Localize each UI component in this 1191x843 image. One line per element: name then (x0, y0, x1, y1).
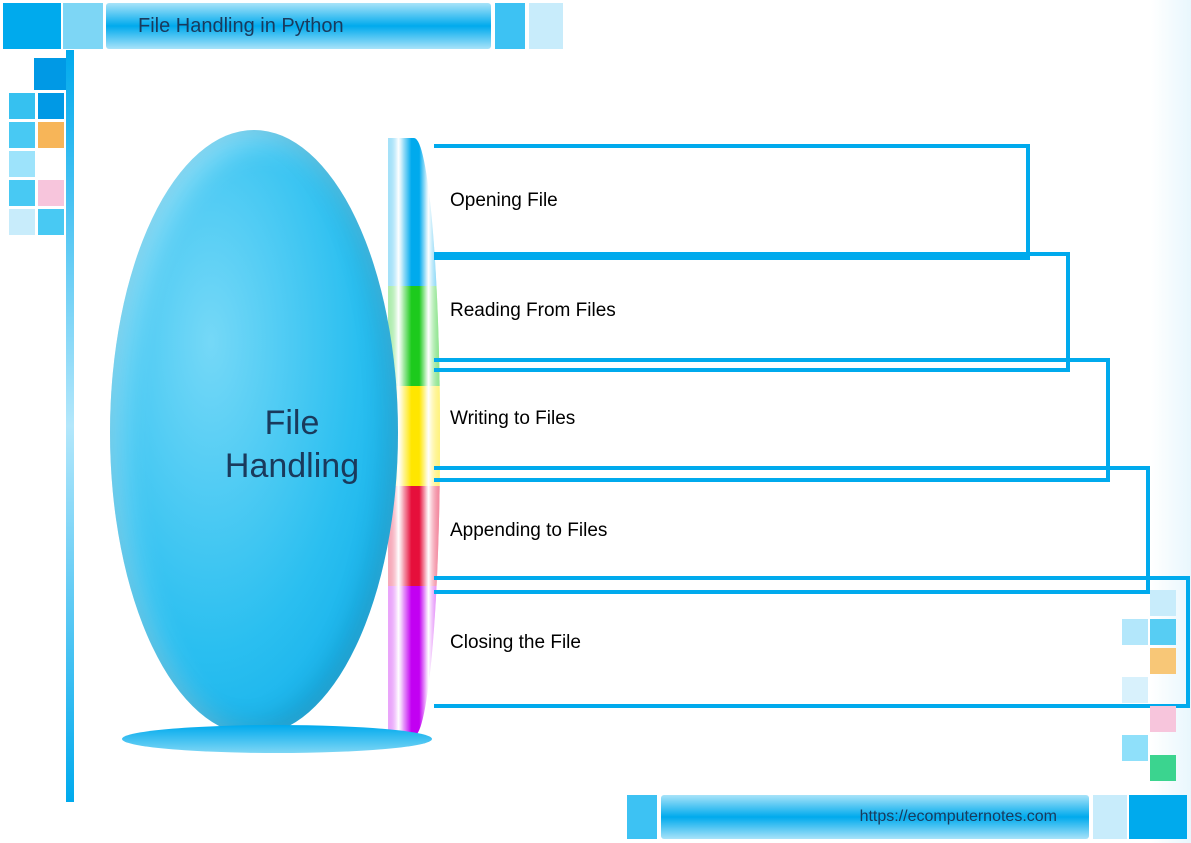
header-accent-block (495, 3, 525, 49)
decor-square (1150, 619, 1176, 645)
decor-square (9, 180, 35, 206)
disk-band (388, 286, 440, 386)
decor-square (9, 209, 35, 235)
footer-accent-block (627, 795, 657, 839)
disk-rim (122, 725, 432, 753)
footer-bar: https://ecomputernotes.com (627, 795, 1187, 839)
disk-3d: File Handling (122, 134, 432, 739)
decor-square (38, 180, 64, 206)
decor-square (1150, 648, 1176, 674)
page-title: File Handling in Python (138, 15, 344, 38)
bracket-line (434, 252, 1070, 372)
header-accent-block (63, 3, 103, 49)
band-gloss (388, 138, 440, 286)
band-gloss (388, 586, 440, 736)
page-title-bar: File Handling in Python (106, 3, 491, 49)
decor-square (1150, 706, 1176, 732)
decor-square (9, 122, 35, 148)
footer-url-bar: https://ecomputernotes.com (661, 795, 1089, 839)
frame-vertical-bar (66, 50, 74, 802)
band-gloss (388, 286, 440, 386)
bracket-line (434, 466, 1150, 594)
disk-label-line1: File (265, 404, 320, 442)
decor-square (38, 209, 64, 235)
footer-accent-block (1129, 795, 1187, 839)
disk-band (388, 486, 440, 586)
decor-square (1150, 755, 1176, 781)
decor-square (38, 93, 64, 119)
decor-square (9, 93, 35, 119)
band-gloss (388, 486, 440, 586)
decor-squares-right (1122, 590, 1182, 785)
disk-label-line2: Handling (225, 447, 359, 485)
footer-accent-block (1093, 795, 1127, 839)
footer-url: https://ecomputernotes.com (860, 808, 1057, 826)
disk-center-label: File Handling (182, 402, 402, 487)
header-accent-block (3, 3, 61, 49)
decor-square (1150, 590, 1176, 616)
decor-square (1122, 619, 1148, 645)
decor-square (1122, 677, 1148, 703)
bracket-line (434, 576, 1190, 708)
header-bar: File Handling in Python (3, 3, 563, 49)
decor-square (38, 122, 64, 148)
decor-square (34, 58, 66, 90)
decor-square (1122, 735, 1148, 761)
bracket-line (434, 358, 1110, 482)
decor-square (9, 151, 35, 177)
disk-band (388, 138, 440, 286)
bracket-line (434, 144, 1030, 260)
header-accent-block (529, 3, 563, 49)
disk-band (388, 586, 440, 736)
